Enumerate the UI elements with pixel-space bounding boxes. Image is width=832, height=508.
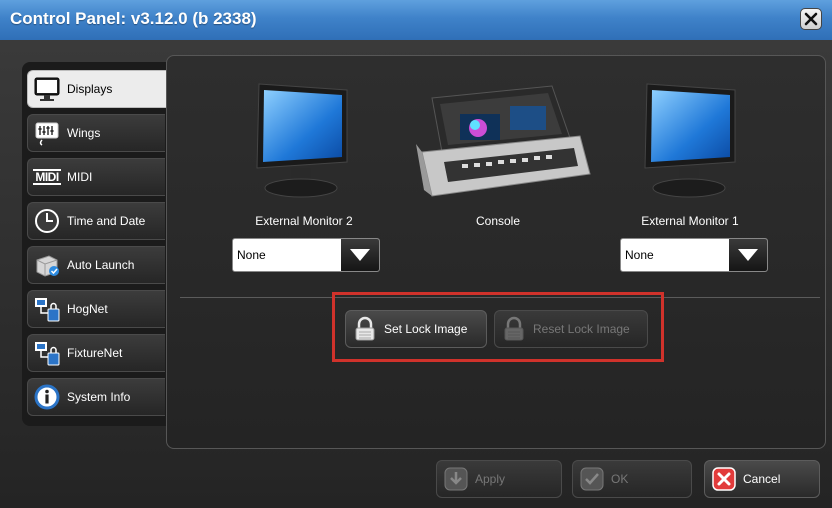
tab-midi[interactable]: MIDI MIDI [27,158,165,196]
checkmark-icon [579,466,605,492]
chevron-down-icon [341,239,379,271]
tab-label: HogNet [67,302,108,316]
network-icon [33,295,61,323]
tab-label: System Info [67,390,131,404]
tab-wings[interactable]: Wings [27,114,165,152]
tab-label: MIDI [67,170,93,184]
network-icon [33,339,61,367]
tab-displays[interactable]: Displays [27,70,172,108]
tab-system-info[interactable]: System Info [27,378,165,416]
button-label: Apply [475,472,506,486]
tab-label: Displays [67,82,113,96]
tab-fixturenet[interactable]: FixtureNet [27,334,165,372]
apply-icon [443,466,469,492]
external-monitor-1-label: External Monitor 1 [641,214,739,228]
lock-image-highlight [332,292,664,362]
tab-label: FixtureNet [67,346,123,360]
button-label: OK [611,472,629,486]
external-monitor-1-select[interactable]: None [620,238,768,272]
auto-launch-icon [33,251,61,279]
title-bar: Control Panel: v3.12.0 (b 2338) [0,0,832,41]
midi-icon: MIDI [33,169,61,185]
external-monitor-2-image [256,83,348,198]
tab-auto-launch[interactable]: Auto Launch [27,246,165,284]
cancel-button[interactable]: Cancel [704,460,820,498]
button-label: Cancel [743,472,781,486]
tab-time-and-date[interactable]: Time and Date [27,202,165,240]
wing-icon [33,119,61,147]
external-monitor-2-select[interactable]: None [232,238,380,272]
tab-column: Displays Wings MIDI MIDI Time and Date A… [22,62,172,426]
dropdown-value: None [625,248,654,262]
apply-button[interactable]: Apply [436,460,562,498]
tab-label: Time and Date [67,214,146,228]
tab-label: Auto Launch [67,258,135,272]
external-monitor-1-image [644,83,736,198]
console-image [416,85,591,197]
dropdown-value: None [237,248,266,262]
tab-label: Wings [67,126,101,140]
close-icon [804,12,818,26]
ok-button[interactable]: OK [572,460,692,498]
chevron-down-icon [729,239,767,271]
close-button[interactable] [800,8,822,30]
cancel-icon [711,466,737,492]
control-panel-window: Control Panel: v3.12.0 (b 2338) Displays [0,0,832,508]
clock-icon [33,207,61,235]
window-title: Control Panel: v3.12.0 (b 2338) [10,9,257,28]
console-label: Console [475,214,521,228]
external-monitor-2-label: External Monitor 2 [255,214,353,228]
monitor-icon [33,75,61,103]
info-icon [33,383,61,411]
tab-hognet[interactable]: HogNet [27,290,165,328]
